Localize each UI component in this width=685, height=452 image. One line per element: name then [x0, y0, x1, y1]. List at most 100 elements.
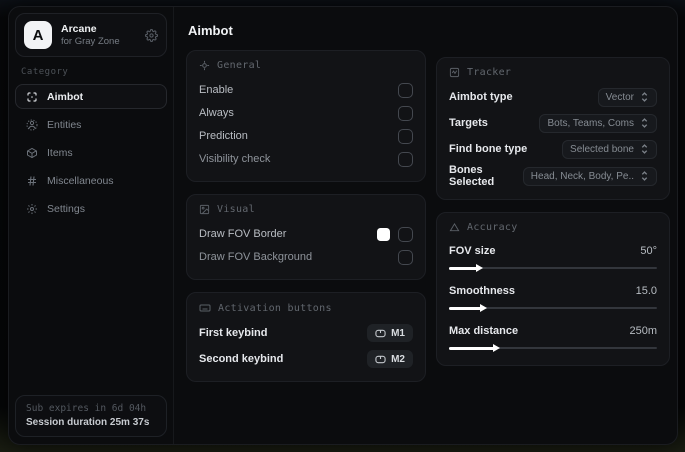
sidebar-item-settings[interactable]: Settings	[15, 196, 167, 221]
gear-icon	[25, 203, 38, 215]
image-icon	[199, 204, 210, 215]
section-title: Tracker	[467, 67, 512, 78]
section-title: Visual	[217, 204, 255, 215]
hash-icon	[25, 175, 38, 187]
dropdown-value: Head, Neck, Body, Pe..	[530, 170, 634, 182]
setting-row: Targets Bots, Teams, Coms	[449, 112, 657, 134]
setting-row: Second keybind M2	[199, 348, 413, 370]
unfold-icon	[640, 171, 649, 181]
slider-value: 15.0	[635, 285, 657, 297]
dropdown-value: Bots, Teams, Coms	[547, 117, 634, 129]
unfold-icon	[640, 92, 649, 102]
slider-thumb[interactable]	[476, 264, 484, 272]
package-icon	[25, 147, 38, 159]
slider-thumb[interactable]	[480, 304, 488, 312]
app-header-card: A Arcane for Gray Zone	[15, 13, 167, 57]
setting-label: Enable	[199, 84, 234, 96]
visibility-check-checkbox[interactable]	[398, 151, 413, 167]
setting-label: Visibility check	[199, 153, 271, 165]
slider-fill	[449, 346, 495, 350]
visual-card: Visual Draw FOV Border Draw FOV Backgrou…	[186, 194, 426, 280]
sidebar-nav: Aimbot Entities Items Miscellaneous Sett…	[9, 84, 173, 221]
fov-border-color-swatch[interactable]	[377, 227, 390, 241]
sub-expires-text: Sub expires in 6d 04h	[26, 403, 147, 414]
setting-label: First keybind	[199, 327, 268, 339]
slider-row: FOV size 50°	[449, 241, 657, 272]
draw-fov-border-checkbox[interactable]	[398, 226, 413, 242]
dropdown-value: Vector	[605, 91, 634, 103]
setting-row: Draw FOV Background	[199, 246, 413, 268]
sidebar-item-label: Aimbot	[47, 90, 84, 103]
mouse-icon	[375, 329, 386, 338]
smoothness-slider[interactable]	[449, 304, 657, 312]
mouse-icon	[375, 355, 386, 364]
triangle-icon	[449, 222, 460, 233]
sidebar-item-entities[interactable]: Entities	[15, 112, 167, 137]
sidebar-item-label: Settings	[47, 202, 85, 215]
activity-icon	[449, 67, 460, 78]
setting-label: Max distance	[449, 325, 519, 337]
slider-thumb[interactable]	[492, 344, 500, 352]
sidebar-item-aimbot[interactable]: Aimbot	[15, 84, 167, 109]
aimbot-type-dropdown[interactable]: Vector	[597, 87, 657, 107]
setting-label: Bones Selected	[449, 164, 495, 188]
sidebar: A Arcane for Gray Zone Category Aimbot E…	[9, 7, 174, 444]
setting-label: Find bone type	[449, 143, 528, 155]
setting-label: Draw FOV Border	[199, 228, 287, 240]
section-title: Activation buttons	[218, 302, 332, 314]
app-window: A Arcane for Gray Zone Category Aimbot E…	[8, 6, 678, 445]
setting-row: Enable	[199, 79, 413, 101]
slider-value: 50°	[640, 245, 657, 257]
crosshair-icon	[25, 91, 38, 103]
setting-row: Aimbot type Vector	[449, 86, 657, 108]
section-title: Accuracy	[467, 222, 518, 233]
setting-label: Smoothness	[449, 285, 516, 297]
sidebar-item-miscellaneous[interactable]: Miscellaneous	[15, 168, 167, 193]
section-title: General	[217, 60, 262, 71]
setting-row: First keybind M1	[199, 322, 413, 344]
activation-card: Activation buttons First keybind M1 Seco…	[186, 292, 426, 382]
main-content: Aimbot General Enable Always Prediction …	[174, 7, 677, 444]
keybind-value: M1	[391, 327, 405, 339]
slider-value: 250m	[629, 325, 657, 337]
app-name: Arcane	[61, 22, 97, 35]
unfold-icon	[640, 144, 649, 154]
draw-fov-background-checkbox[interactable]	[398, 249, 413, 265]
targets-dropdown[interactable]: Bots, Teams, Coms	[539, 113, 657, 133]
settings-gear-icon[interactable]	[145, 28, 158, 42]
app-logo: A	[24, 21, 52, 49]
sidebar-item-items[interactable]: Items	[15, 140, 167, 165]
max-distance-slider[interactable]	[449, 344, 657, 352]
app-subtitle: for Gray Zone	[61, 35, 120, 47]
setting-row: Visibility check	[199, 148, 413, 170]
first-keybind-button[interactable]: M1	[367, 324, 413, 342]
category-label: Category	[21, 67, 69, 77]
session-duration-text: Session duration 25m 37s	[26, 417, 150, 428]
setting-row: Draw FOV Border	[199, 223, 413, 245]
setting-label: Prediction	[199, 130, 248, 142]
fov-size-slider[interactable]	[449, 264, 657, 272]
setting-row: Find bone type Selected bone	[449, 138, 657, 160]
setting-label: Second keybind	[199, 353, 284, 365]
always-checkbox[interactable]	[398, 105, 413, 121]
second-keybind-button[interactable]: M2	[367, 350, 413, 368]
dropdown-value: Selected bone	[570, 143, 634, 155]
enable-checkbox[interactable]	[398, 82, 413, 98]
sidebar-item-label: Entities	[47, 118, 82, 131]
page-title: Aimbot	[188, 23, 233, 38]
setting-label: Aimbot type	[449, 91, 513, 103]
setting-label: Draw FOV Background	[199, 251, 313, 263]
slider-fill	[449, 266, 479, 270]
keyboard-icon	[199, 302, 211, 314]
prediction-checkbox[interactable]	[398, 128, 413, 144]
bones-selected-dropdown[interactable]: Head, Neck, Body, Pe..	[522, 166, 657, 186]
entities-icon	[25, 119, 38, 131]
setting-label: FOV size	[449, 245, 496, 257]
slider-row: Max distance 250m	[449, 321, 657, 352]
unfold-icon	[640, 118, 649, 128]
find-bone-type-dropdown[interactable]: Selected bone	[562, 139, 657, 159]
sidebar-item-label: Miscellaneous	[47, 174, 114, 187]
tracker-card: Tracker Aimbot type Vector Targets Bots,…	[436, 57, 670, 200]
general-card: General Enable Always Prediction Visibil…	[186, 50, 426, 182]
crosshair-icon	[199, 60, 210, 71]
